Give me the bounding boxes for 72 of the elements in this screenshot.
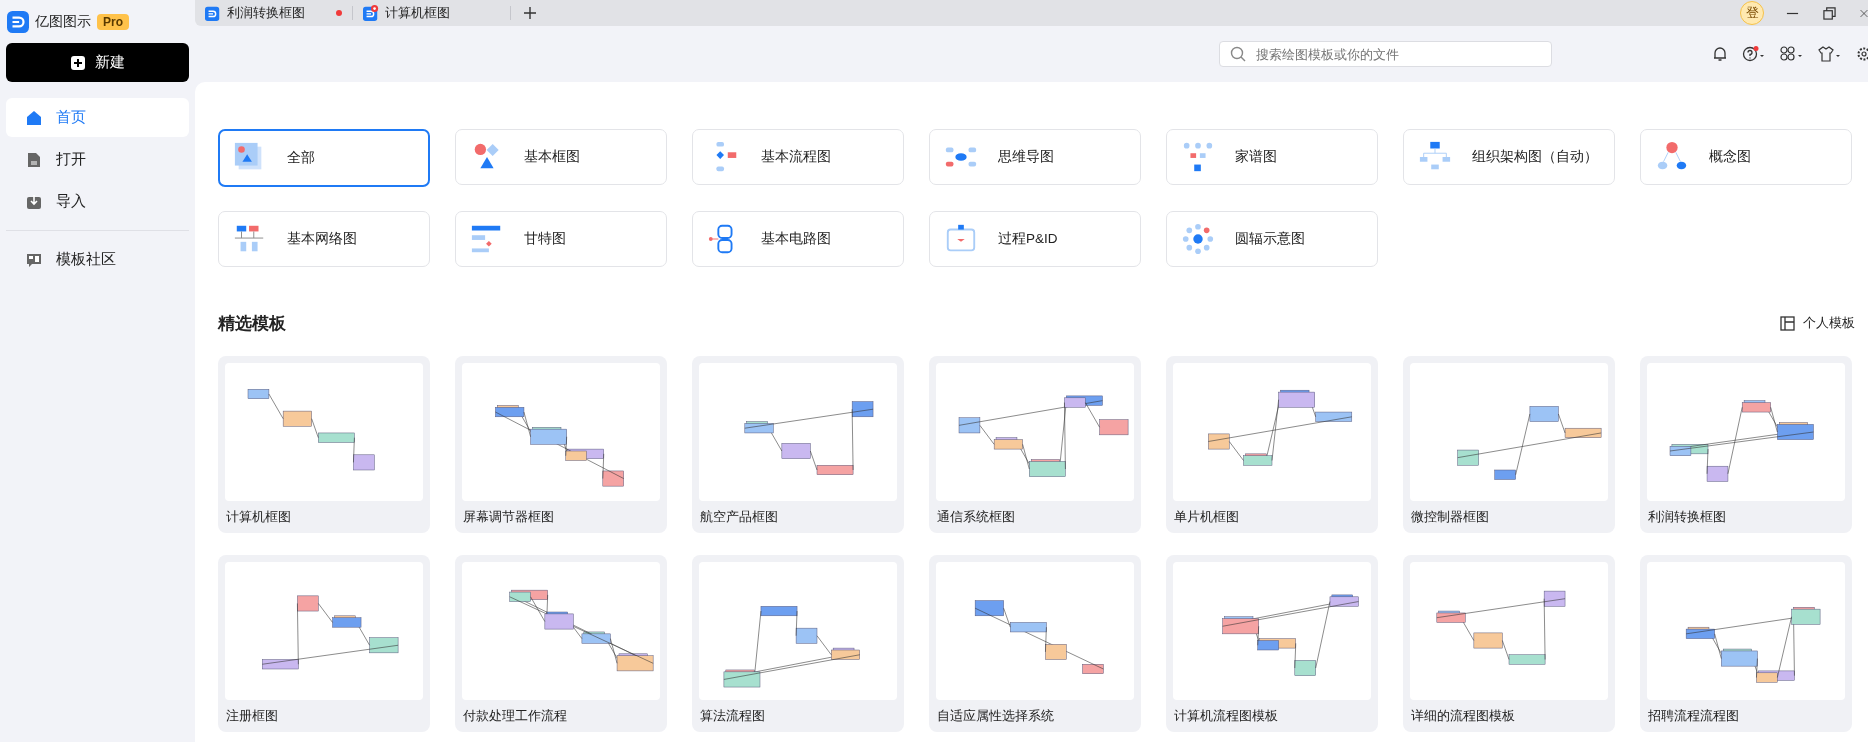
template-title: 航空产品框图 bbox=[699, 508, 779, 526]
layout-icon bbox=[1780, 315, 1795, 331]
category-card[interactable]: 家谱图 bbox=[1166, 129, 1378, 185]
shirt-icon[interactable] bbox=[1818, 46, 1842, 62]
category-card[interactable]: 基本框图 bbox=[455, 129, 667, 185]
sidebar-item[interactable]: 导入 bbox=[6, 182, 189, 221]
tab-title: 利润转换框图 bbox=[227, 4, 306, 22]
help-icon[interactable] bbox=[1742, 46, 1766, 62]
category-card[interactable]: 基本网络图 bbox=[218, 211, 430, 267]
sidebar-item[interactable]: 首页 bbox=[6, 98, 189, 137]
document-tab[interactable]: 利润转换框图 bbox=[195, 0, 352, 26]
user-avatar[interactable]: 登 bbox=[1740, 1, 1764, 25]
template-title: 付款处理工作流程 bbox=[462, 707, 568, 725]
template-title: 注册框图 bbox=[225, 707, 279, 725]
template-card[interactable]: 屏幕调节器框图 bbox=[455, 356, 667, 533]
template-card[interactable]: 自适应属性选择系统 bbox=[929, 555, 1141, 732]
document-tab[interactable]: 计算机框图 bbox=[353, 0, 510, 26]
settings-icon[interactable] bbox=[1856, 46, 1868, 62]
template-title: 单片机框图 bbox=[1173, 508, 1240, 526]
template-card[interactable]: 招聘流程流程图 bbox=[1640, 555, 1852, 732]
new-button[interactable]: 新建 bbox=[6, 43, 189, 82]
search-field[interactable]: 搜索绘图模板或你的文件 bbox=[1219, 41, 1552, 67]
template-card[interactable]: 微控制器框图 bbox=[1403, 356, 1615, 533]
category-card[interactable]: 概念图 bbox=[1640, 129, 1852, 185]
template-title: 计算机框图 bbox=[225, 508, 292, 526]
bell-icon[interactable] bbox=[1712, 46, 1728, 62]
template-card[interactable]: 付款处理工作流程 bbox=[455, 555, 667, 732]
sidebar-item[interactable]: 模板社区 bbox=[6, 240, 189, 279]
plus-icon bbox=[70, 55, 85, 70]
template-card[interactable]: 计算机框图 bbox=[218, 356, 430, 533]
template-title: 详细的流程图模板 bbox=[1410, 707, 1516, 725]
plus-icon bbox=[523, 6, 537, 20]
tab-title: 计算机框图 bbox=[385, 4, 451, 22]
diagram-category-icon bbox=[1181, 222, 1215, 256]
category-card[interactable]: 组织架构图（自动） bbox=[1403, 129, 1615, 185]
template-title: 计算机流程图模板 bbox=[1173, 707, 1279, 725]
template-title: 微控制器框图 bbox=[1410, 508, 1490, 526]
category-card[interactable]: 基本流程图 bbox=[692, 129, 904, 185]
category-card[interactable]: 基本电路图 bbox=[692, 211, 904, 267]
diagram-category-icon bbox=[1181, 140, 1215, 174]
template-card[interactable]: 单片机框图 bbox=[1166, 356, 1378, 533]
template-title: 通信系统框图 bbox=[936, 508, 1016, 526]
category-card[interactable]: 全部 bbox=[218, 129, 430, 187]
section-title: 精选模板 bbox=[218, 312, 286, 335]
restore-icon[interactable] bbox=[1823, 6, 1836, 20]
template-card[interactable]: 航空产品框图 bbox=[692, 356, 904, 533]
template-card[interactable]: 算法流程图 bbox=[692, 555, 904, 732]
category-card[interactable]: 甘特图 bbox=[455, 211, 667, 267]
app-name: 亿图图示 bbox=[35, 12, 91, 31]
template-card[interactable]: 通信系统框图 bbox=[929, 356, 1141, 533]
template-title: 屏幕调节器框图 bbox=[462, 508, 555, 526]
sidebar-item[interactable]: 打开 bbox=[6, 140, 189, 179]
template-title: 算法流程图 bbox=[699, 707, 766, 725]
template-title: 利润转换框图 bbox=[1647, 508, 1727, 526]
template-card[interactable]: 详细的流程图模板 bbox=[1403, 555, 1615, 732]
category-card[interactable]: 过程P&ID bbox=[929, 211, 1141, 267]
home-icon bbox=[26, 109, 42, 126]
download-icon bbox=[26, 193, 42, 210]
template-card[interactable]: 计算机流程图模板 bbox=[1166, 555, 1378, 732]
template-card[interactable]: 注册框图 bbox=[218, 555, 430, 732]
document-icon bbox=[26, 151, 42, 168]
template-title: 自适应属性选择系统 bbox=[936, 707, 1055, 725]
personal-templates-link[interactable]: 个人模板 bbox=[1780, 314, 1855, 332]
template-title: 招聘流程流程图 bbox=[1647, 707, 1740, 725]
app-logo-icon bbox=[7, 10, 29, 33]
apps-icon[interactable] bbox=[1780, 46, 1804, 62]
search-icon bbox=[1230, 46, 1246, 62]
pro-badge: Pro bbox=[97, 13, 129, 30]
chat-icon bbox=[26, 251, 42, 268]
template-card[interactable]: 利润转换框图 bbox=[1640, 356, 1852, 533]
category-card[interactable]: 圆辐示意图 bbox=[1166, 211, 1378, 267]
category-card[interactable]: 思维导图 bbox=[929, 129, 1141, 185]
